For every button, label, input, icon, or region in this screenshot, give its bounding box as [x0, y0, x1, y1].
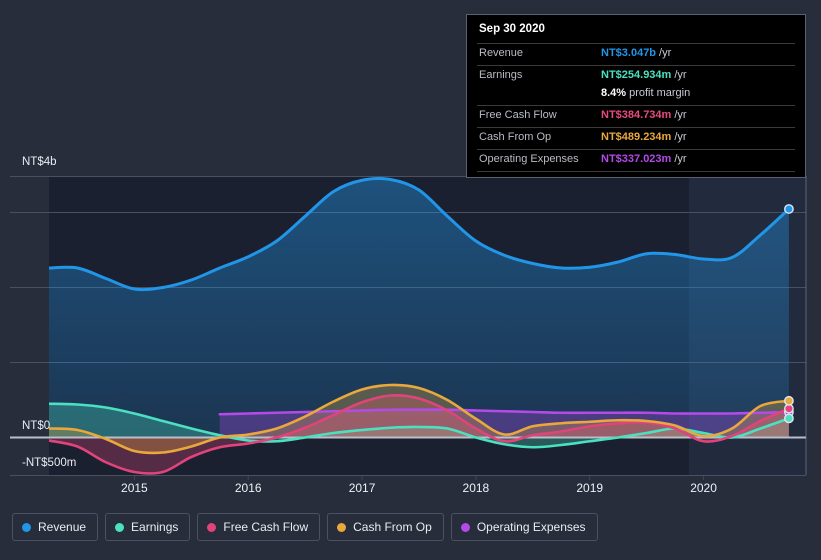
- chart-legend[interactable]: Revenue Earnings Free Cash Flow Cash From O…: [12, 513, 598, 541]
- tooltip-row-earnings: Earnings NT$254.934m/yr: [477, 64, 795, 87]
- tooltip-row-unit: /yr: [674, 108, 687, 121]
- legend-dot-icon: [460, 522, 470, 532]
- x-axis-label-2015: 2015: [121, 481, 148, 495]
- legend-item-label: Free Cash Flow: [223, 520, 309, 534]
- legend-dot-icon: [22, 522, 31, 532]
- x-axis-label-2018: 2018: [463, 481, 490, 495]
- tooltip-row-value: 8.4% profit margin: [601, 86, 691, 99]
- tooltip-row-cash-from-op: Cash From Op NT$489.234m/yr: [477, 126, 795, 149]
- tooltip-row-free-cash-flow: Free Cash Flow NT$384.734m/yr: [477, 104, 795, 127]
- tooltip-row-label: Earnings: [479, 68, 523, 81]
- x-axis-label-2020: 2020: [690, 481, 717, 495]
- tooltip-rows: Revenue NT$3.047b/yr Earnings NT$254.934m/y…: [477, 42, 795, 171]
- y-axis-top-label: NT$4b: [22, 156, 57, 168]
- legend-item-earnings[interactable]: Earnings: [105, 513, 191, 541]
- tooltip-row-unit: profit margin: [629, 86, 691, 99]
- tooltip-row-value: NT$384.734m/yr: [601, 108, 687, 121]
- tooltip-row-profit-margin: 8.4% profit margin: [477, 87, 795, 105]
- tooltip-row-revenue: Revenue NT$3.047b/yr: [477, 42, 795, 65]
- chart-tooltip: Sep 30 2020 Revenue NT$3.047b/yr Earnings N…: [466, 14, 806, 178]
- x-axis-label-2016: 2016: [235, 481, 262, 495]
- legend-item-label: Earnings: [131, 520, 179, 534]
- financial-chart-widget: NT$4b NT$0 -NT$500m 2015 2016 2017 2018 2019…: [0, 0, 821, 560]
- legend-dot-icon: [337, 522, 347, 532]
- tooltip-row-unit: /yr: [674, 68, 687, 81]
- legend-item-label: Cash From Op: [353, 520, 432, 534]
- tooltip-row-label: Operating Expenses: [479, 152, 579, 165]
- series-endpoint-cash-from-op[interactable]: [784, 395, 794, 406]
- tooltip-row-label: Cash From Op: [479, 130, 552, 143]
- legend-item-operating-expenses[interactable]: Operating Expenses: [450, 513, 598, 541]
- tooltip-row-value: NT$337.023m/yr: [601, 152, 687, 165]
- tooltip-row-unit: /yr: [674, 130, 687, 143]
- legend-item-cash-from-op[interactable]: Cash From Op: [327, 513, 444, 541]
- tooltip-row-value: NT$254.934m/yr: [601, 68, 687, 81]
- tooltip-date: Sep 30 2020: [479, 23, 545, 35]
- tooltip-footer-rule: [477, 170, 795, 172]
- tooltip-row-label: Revenue: [479, 46, 524, 59]
- legend-item-free-cash-flow[interactable]: Free Cash Flow: [197, 513, 321, 541]
- x-axis-label-2017: 2017: [349, 481, 376, 495]
- y-axis-bottom-label: -NT$500m: [22, 457, 76, 469]
- tooltip-row-label: Free Cash Flow: [479, 108, 557, 121]
- x-axis-label-2019: 2019: [576, 481, 603, 495]
- tooltip-row-value: NT$3.047b/yr: [601, 46, 672, 59]
- legend-dot-icon: [115, 522, 125, 532]
- y-axis-zero-label: NT$0: [22, 420, 50, 432]
- tooltip-row-unit: /yr: [659, 46, 672, 59]
- legend-item-label: Revenue: [38, 520, 87, 534]
- tooltip-row-value: NT$489.234m/yr: [601, 130, 687, 143]
- legend-item-label: Operating Expenses: [476, 520, 586, 534]
- series-endpoint-earnings[interactable]: [784, 413, 794, 424]
- tooltip-row-operating-expenses: Operating Expenses NT$337.023m/yr: [477, 148, 795, 171]
- legend-dot-icon: [207, 522, 217, 532]
- legend-item-revenue[interactable]: Revenue: [12, 513, 99, 541]
- x-axis-ticks: 2015 2016 2017 2018 2019 2020: [121, 475, 717, 495]
- tooltip-row-unit: /yr: [674, 152, 687, 165]
- series-endpoint-revenue[interactable]: [784, 204, 794, 214]
